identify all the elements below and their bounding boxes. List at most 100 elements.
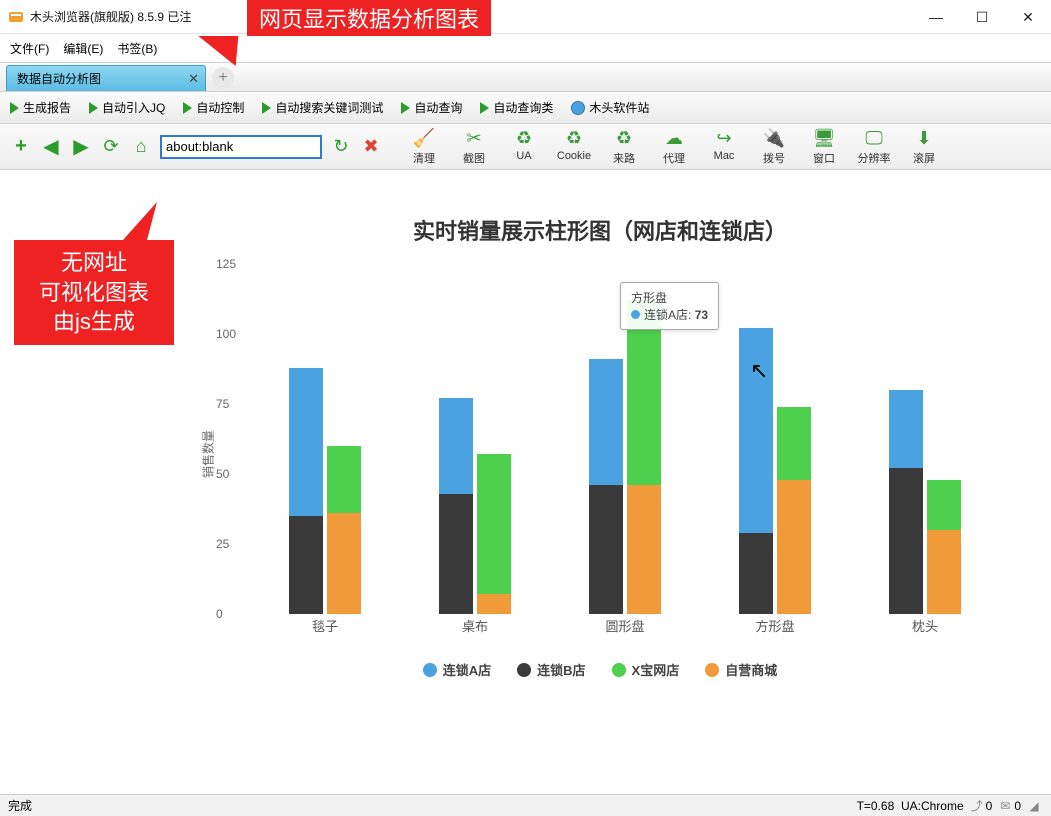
- legend-item[interactable]: X宝网店: [612, 660, 680, 679]
- bar[interactable]: [589, 359, 623, 614]
- play-icon: [183, 102, 192, 114]
- annotation-top: 网页显示数据分析图表: [247, 0, 491, 36]
- speaker-icon[interactable]: ⤴: [968, 798, 986, 814]
- mail-icon[interactable]: ✉: [996, 798, 1014, 814]
- x-tick: 毯子: [250, 616, 400, 644]
- legend-swatch: [705, 663, 719, 677]
- tool-proxy[interactable]: ☁代理: [654, 128, 694, 166]
- resize-grip-icon[interactable]: ◢: [1025, 798, 1043, 814]
- bar[interactable]: [289, 368, 323, 614]
- action-site-link[interactable]: 木头软件站: [571, 99, 649, 116]
- tab-label: 数据自动分析图: [17, 70, 101, 87]
- action-bar: 生成报告 自动引入JQ 自动控制 自动搜索关键词测试 自动查询 自动查询类 木头…: [0, 92, 1051, 124]
- tool-cookie[interactable]: ♻Cookie: [554, 128, 594, 166]
- bar-group: [700, 264, 850, 614]
- go-icon[interactable]: ↻: [330, 136, 352, 158]
- mac-icon: ↪: [713, 128, 735, 150]
- globe-icon: [571, 101, 585, 115]
- legend-swatch: [517, 663, 531, 677]
- action-auto-query[interactable]: 自动查询: [401, 99, 462, 116]
- tool-source[interactable]: ♻来路: [604, 128, 644, 166]
- bar[interactable]: [889, 390, 923, 614]
- bar[interactable]: [627, 300, 661, 614]
- bar[interactable]: [439, 398, 473, 614]
- home-icon[interactable]: ⌂: [130, 136, 152, 158]
- chart-title: 实时销量展示柱形图（网店和连锁店）: [190, 214, 1010, 246]
- y-axis-label: 销售数量: [200, 430, 217, 478]
- bar[interactable]: [927, 480, 961, 614]
- action-generate-report[interactable]: 生成报告: [10, 99, 71, 116]
- chart-legend: 连锁A店 连锁B店 X宝网店 自营商城: [190, 660, 1010, 679]
- proxy-icon: ☁: [663, 128, 685, 150]
- tool-clean[interactable]: 🧹清理: [404, 128, 444, 166]
- tooltip-series: 连锁A店: [644, 308, 688, 322]
- menu-bookmark[interactable]: 书签(B): [117, 40, 157, 57]
- tab-active[interactable]: 数据自动分析图 ✕: [6, 65, 206, 91]
- action-import-jq[interactable]: 自动引入JQ: [89, 99, 165, 116]
- status-bar: 完成 T=0.68 UA:Chrome ⤴0 ✉0 ◢: [0, 794, 1051, 816]
- play-icon: [10, 102, 19, 114]
- status-text: 完成: [8, 797, 32, 814]
- legend-item[interactable]: 连锁A店: [423, 660, 491, 679]
- url-input[interactable]: [160, 135, 322, 159]
- menu-bar: 文件(F) 编辑(E) 书签(B): [0, 34, 1051, 62]
- x-tick: 方形盘: [700, 616, 850, 644]
- add-icon[interactable]: +: [10, 136, 32, 158]
- cursor-icon: ↖: [750, 358, 768, 384]
- title-bar: 木头浏览器(旗舰版) 8.5.9 已注 — ☐ ✕: [0, 0, 1051, 34]
- y-tick: 0: [216, 607, 223, 621]
- annotation-left: 无网址可视化图表由js生成: [14, 240, 174, 345]
- legend-item[interactable]: 自营商城: [705, 660, 777, 679]
- window-icon: 🖥: [813, 128, 835, 150]
- action-auto-control[interactable]: 自动控制: [183, 99, 244, 116]
- play-icon: [480, 102, 489, 114]
- tool-scroll[interactable]: ⬇滚屏: [904, 128, 944, 166]
- source-icon: ♻: [613, 128, 635, 150]
- tool-ua[interactable]: ♻UA: [504, 128, 544, 166]
- legend-item[interactable]: 连锁B店: [517, 660, 585, 679]
- status-time: T=0.68: [857, 799, 895, 813]
- refresh-icon[interactable]: ⟳: [100, 136, 122, 158]
- tool-mac[interactable]: ↪Mac: [704, 128, 744, 166]
- stop-icon[interactable]: ✖: [360, 136, 382, 158]
- tab-close-icon[interactable]: ✕: [188, 71, 199, 87]
- tool-dial[interactable]: 🔌拨号: [754, 128, 794, 166]
- y-tick: 75: [216, 397, 229, 411]
- clean-icon: 🧹: [413, 128, 435, 150]
- new-tab-button[interactable]: +: [212, 67, 234, 89]
- x-tick: 圆形盘: [550, 616, 700, 644]
- bar[interactable]: [327, 446, 361, 614]
- tool-window[interactable]: 🖥窗口: [804, 128, 844, 166]
- bar-group: [850, 264, 1000, 614]
- bar[interactable]: [477, 454, 511, 614]
- scroll-icon: ⬇: [913, 128, 935, 150]
- x-tick: 枕头: [850, 616, 1000, 644]
- maximize-button[interactable]: ☐: [959, 0, 1005, 34]
- close-button[interactable]: ✕: [1005, 0, 1051, 34]
- dial-icon: 🔌: [763, 128, 785, 150]
- cookie-icon: ♻: [563, 128, 585, 150]
- forward-icon[interactable]: ▶: [70, 136, 92, 158]
- legend-swatch: [423, 663, 437, 677]
- chart-tooltip: 方形盘 连锁A店: 73: [620, 282, 719, 330]
- minimize-button[interactable]: —: [913, 0, 959, 34]
- tool-shot[interactable]: ✂截图: [454, 128, 494, 166]
- chart: 实时销量展示柱形图（网店和连锁店） 销售数量 0255075100125 毯子桌…: [190, 214, 1010, 679]
- res-icon: 🖵: [863, 128, 885, 150]
- y-tick: 125: [216, 257, 236, 271]
- play-icon: [401, 102, 410, 114]
- menu-file[interactable]: 文件(F): [10, 40, 49, 57]
- bar-group: [250, 264, 400, 614]
- menu-edit[interactable]: 编辑(E): [63, 40, 103, 57]
- back-icon[interactable]: ◀: [40, 136, 62, 158]
- action-auto-query-class[interactable]: 自动查询类: [480, 99, 553, 116]
- shot-icon: ✂: [463, 128, 485, 150]
- play-icon: [262, 102, 271, 114]
- x-tick: 桌布: [400, 616, 550, 644]
- tool-res[interactable]: 🖵分辨率: [854, 128, 894, 166]
- tooltip-category: 方形盘: [631, 289, 708, 306]
- bar-group: [400, 264, 550, 614]
- y-tick: 50: [216, 467, 229, 481]
- action-auto-search[interactable]: 自动搜索关键词测试: [262, 99, 383, 116]
- bar[interactable]: [777, 407, 811, 614]
